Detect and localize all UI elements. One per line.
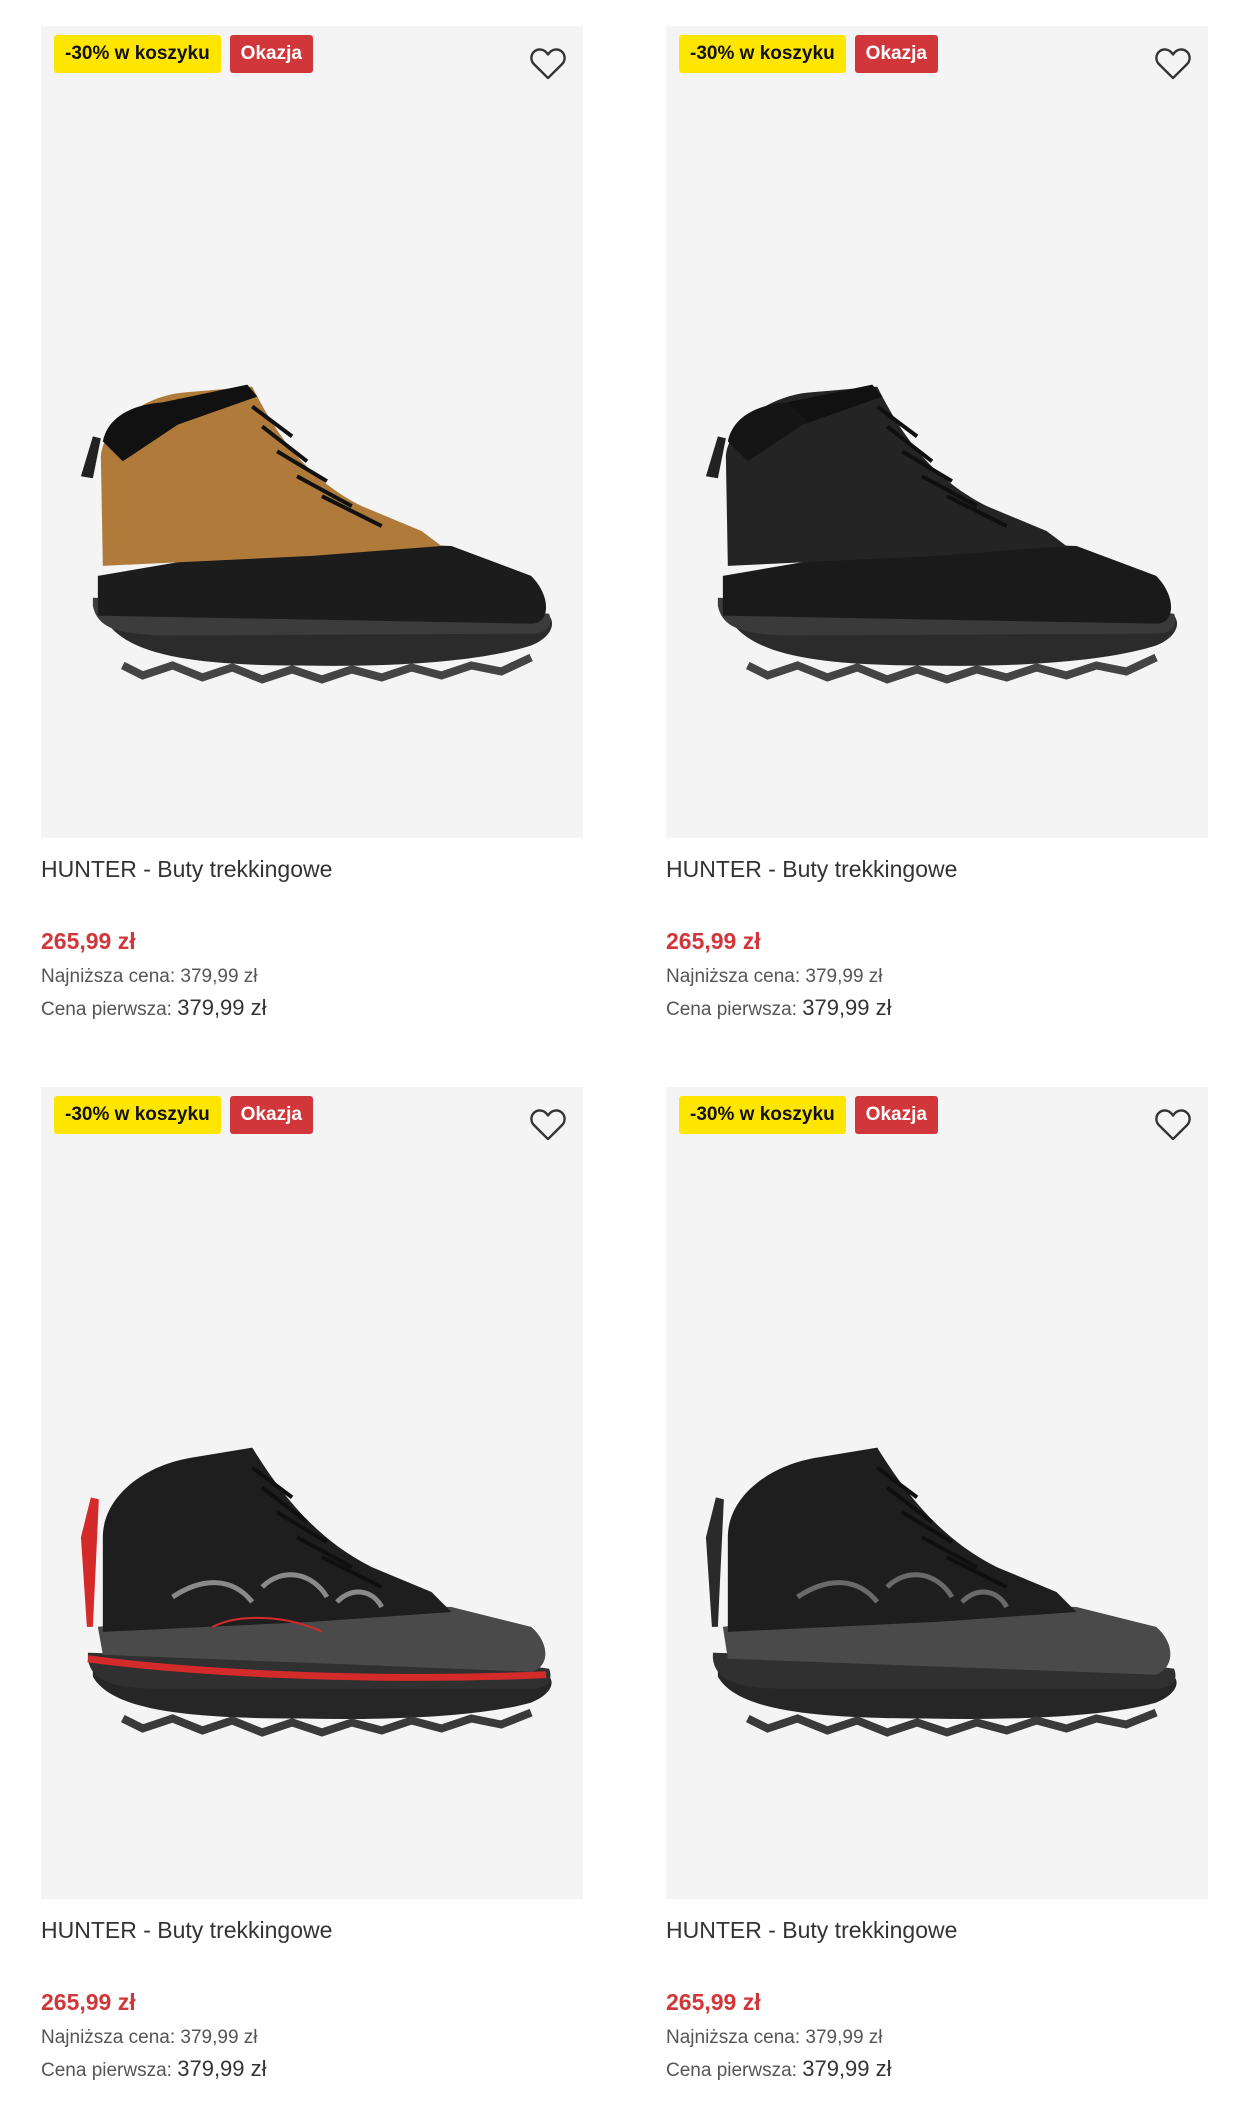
badges: -30% w koszyku Okazja bbox=[54, 1096, 313, 1134]
first-price-label: Cena pierwsza: bbox=[41, 999, 172, 1020]
product-card[interactable]: -30% w koszyku Okazja HUNTER - Buty trek… bbox=[41, 26, 583, 1036]
deal-badge: Okazja bbox=[854, 1096, 938, 1134]
deal-badge: Okazja bbox=[229, 35, 313, 73]
heart-icon[interactable] bbox=[1154, 45, 1192, 81]
hiking-boot-image bbox=[80, 384, 553, 684]
lowest-price: Najniższa cena: 379,99 zł bbox=[666, 2027, 883, 2048]
product-image[interactable]: -30% w koszyku Okazja bbox=[41, 1087, 583, 1899]
first-price: Cena pierwsza: 379,99 zł bbox=[666, 995, 892, 1021]
badges: -30% w koszyku Okazja bbox=[679, 35, 938, 73]
hiking-boot-image bbox=[80, 1447, 552, 1737]
lowest-price: Najniższa cena: 379,99 zł bbox=[41, 966, 258, 987]
product-title[interactable]: HUNTER - Buty trekkingowe bbox=[666, 1917, 957, 1944]
badges: -30% w koszyku Okazja bbox=[679, 1096, 938, 1134]
lowest-price: Najniższa cena: 379,99 zł bbox=[41, 2027, 258, 2048]
deal-badge: Okazja bbox=[229, 1096, 313, 1134]
deal-badge: Okazja bbox=[854, 35, 938, 73]
first-price-value: 379,99 zł bbox=[177, 2056, 267, 2081]
first-price-value: 379,99 zł bbox=[802, 2056, 892, 2081]
discount-badge: -30% w koszyku bbox=[679, 1096, 846, 1134]
first-price-value: 379,99 zł bbox=[177, 995, 267, 1020]
heart-icon[interactable] bbox=[1154, 1106, 1192, 1142]
lowest-price: Najniższa cena: 379,99 zł bbox=[666, 966, 883, 987]
first-price: Cena pierwsza: 379,99 zł bbox=[666, 2056, 892, 2082]
product-card[interactable]: -30% w koszyku Okazja HUNTER - Buty trek… bbox=[41, 1087, 583, 2097]
product-image[interactable]: -30% w koszyku Okazja bbox=[41, 26, 583, 838]
hiking-boot-image bbox=[705, 384, 1178, 684]
first-price-label: Cena pierwsza: bbox=[666, 2060, 797, 2081]
product-card[interactable]: -30% w koszyku Okazja HUNTER - Buty trek… bbox=[666, 26, 1208, 1036]
product-title[interactable]: HUNTER - Buty trekkingowe bbox=[666, 856, 957, 883]
first-price-label: Cena pierwsza: bbox=[666, 999, 797, 1020]
product-price: 265,99 zł bbox=[41, 928, 136, 954]
hiking-boot-image bbox=[705, 1447, 1177, 1737]
product-image[interactable]: -30% w koszyku Okazja bbox=[666, 1087, 1208, 1899]
first-price: Cena pierwsza: 379,99 zł bbox=[41, 995, 267, 1021]
product-image[interactable]: -30% w koszyku Okazja bbox=[666, 26, 1208, 838]
discount-badge: -30% w koszyku bbox=[679, 35, 846, 73]
first-price-label: Cena pierwsza: bbox=[41, 2060, 172, 2081]
first-price-value: 379,99 zł bbox=[802, 995, 892, 1020]
discount-badge: -30% w koszyku bbox=[54, 35, 221, 73]
product-price: 265,99 zł bbox=[666, 1989, 761, 2015]
product-card[interactable]: -30% w koszyku Okazja HUNTER - Buty trek… bbox=[666, 1087, 1208, 2097]
heart-icon[interactable] bbox=[529, 1106, 567, 1142]
heart-icon[interactable] bbox=[529, 45, 567, 81]
product-title[interactable]: HUNTER - Buty trekkingowe bbox=[41, 1917, 332, 1944]
product-price: 265,99 zł bbox=[41, 1989, 136, 2015]
product-title[interactable]: HUNTER - Buty trekkingowe bbox=[41, 856, 332, 883]
first-price: Cena pierwsza: 379,99 zł bbox=[41, 2056, 267, 2082]
product-price: 265,99 zł bbox=[666, 928, 761, 954]
badges: -30% w koszyku Okazja bbox=[54, 35, 313, 73]
discount-badge: -30% w koszyku bbox=[54, 1096, 221, 1134]
